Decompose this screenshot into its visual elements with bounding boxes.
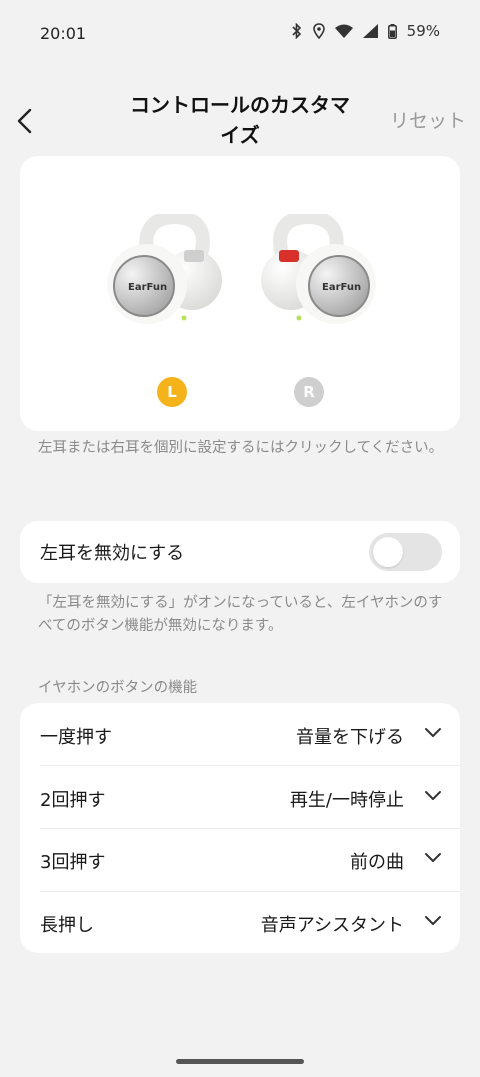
function-row-label: 長押し: [40, 915, 94, 936]
function-row-double-press[interactable]: 2回押す 再生/一時停止: [20, 766, 460, 828]
left-earbud-image[interactable]: EarFun: [102, 210, 227, 333]
chevron-down-icon: [425, 916, 441, 925]
left-brand-text: EarFun: [128, 282, 167, 293]
disable-description: 「左耳を無効にする」がオンになっていると、左イヤホンのすべてのボタン機能が無効に…: [38, 595, 443, 634]
function-row-value: 前の曲: [350, 852, 404, 873]
page-title: コントロールのカスタマ イズ: [110, 90, 370, 150]
battery-icon: [387, 23, 397, 39]
status-time: 20:01: [40, 24, 87, 43]
disable-left-ear-toggle[interactable]: [369, 533, 442, 571]
chevron-down-icon: [425, 791, 441, 800]
reset-button[interactable]: リセット: [390, 106, 466, 133]
earbud-selector-card: EarFun EarFun L R: [20, 156, 460, 431]
right-brand-text: EarFun: [322, 282, 361, 293]
back-arrow-icon[interactable]: [12, 106, 38, 136]
select-ear-hint: 左耳または右耳を個別に設定するにはクリックしてください。: [38, 440, 444, 456]
function-row-label: 3回押す: [40, 852, 106, 873]
function-row-value: 再生/一時停止: [289, 790, 404, 811]
function-row-value: 音声アシスタント: [260, 915, 404, 936]
function-row-long-press[interactable]: 長押し 音声アシスタント: [20, 891, 460, 953]
bluetooth-icon: [292, 23, 301, 39]
cell-signal-icon: [362, 24, 378, 38]
chevron-down-icon: [425, 853, 441, 862]
page-title-line1: コントロールのカスタマ: [130, 93, 350, 117]
function-row-value: 音量を下げる: [296, 727, 404, 748]
status-bar: 20:01 59%: [0, 0, 480, 68]
button-functions-list: 一度押す 音量を下げる 2回押す 再生/一時停止 3回押す 前の曲 長押し 音声…: [20, 703, 460, 953]
right-ear-badge[interactable]: R: [294, 377, 324, 407]
function-row-label: 2回押す: [40, 790, 106, 811]
disable-left-ear-card: 左耳を無効にする: [20, 521, 460, 583]
chevron-down-icon: [425, 728, 441, 737]
location-icon: [312, 23, 325, 39]
left-earbud-graphic: EarFun: [107, 210, 222, 324]
right-earbud-graphic: EarFun: [261, 210, 376, 324]
wifi-icon: [334, 24, 353, 38]
page-title-line2: イズ: [220, 123, 260, 147]
function-row-label: 一度押す: [40, 727, 112, 748]
toggle-knob: [373, 537, 403, 567]
battery-percent: 59%: [406, 22, 440, 40]
disable-left-ear-label: 左耳を無効にする: [40, 543, 185, 564]
status-icons: 59%: [291, 22, 440, 40]
function-row-single-press[interactable]: 一度押す 音量を下げる: [20, 703, 460, 765]
app-header: コントロールのカスタマ イズ リセット: [0, 88, 480, 154]
button-functions-section-title: イヤホンのボタンの機能: [38, 680, 198, 696]
function-row-triple-press[interactable]: 3回押す 前の曲: [20, 828, 460, 890]
right-earbud-image[interactable]: EarFun: [256, 210, 381, 333]
left-ear-badge[interactable]: L: [157, 377, 187, 407]
gesture-nav-bar[interactable]: [176, 1059, 304, 1064]
